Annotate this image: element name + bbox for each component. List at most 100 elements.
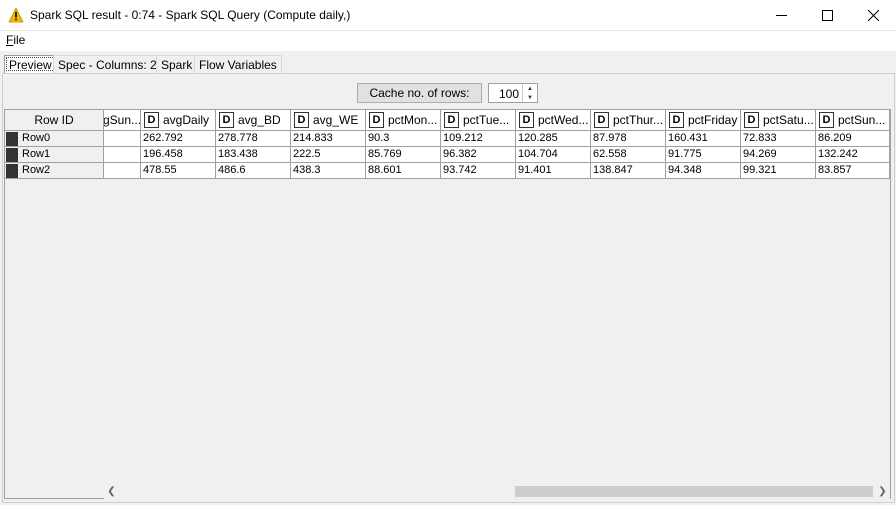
- table-cell[interactable]: 85.769: [366, 147, 441, 163]
- table-cell[interactable]: 86.209: [816, 131, 890, 147]
- table-cell[interactable]: 83.857: [816, 163, 890, 179]
- table-cell[interactable]: 93.742: [441, 163, 516, 179]
- double-type-icon: D: [594, 112, 609, 128]
- cache-rows-spinner[interactable]: 100 ▲ ▼: [488, 83, 538, 103]
- column-header-label: pctMon...: [388, 113, 438, 127]
- row-id-label: Row0: [22, 132, 51, 144]
- horizontal-scrollbar[interactable]: ❮ ❯: [104, 484, 890, 499]
- tab-spark[interactable]: Spark: [156, 55, 198, 73]
- column-header[interactable]: DavgDaily: [141, 110, 216, 131]
- table-cell[interactable]: 438.3: [291, 163, 366, 179]
- table-cell[interactable]: 478.55: [141, 163, 216, 179]
- table-cell[interactable]: 88.601: [366, 163, 441, 179]
- double-type-icon: D: [144, 112, 159, 128]
- window-title: Spark SQL result - 0:74 - Spark SQL Quer…: [30, 8, 351, 22]
- table-cell[interactable]: 96.382: [441, 147, 516, 163]
- double-type-icon: D: [744, 112, 759, 128]
- double-type-icon: D: [219, 112, 234, 128]
- table-cell-partial[interactable]: [104, 131, 141, 147]
- maximize-button[interactable]: [804, 0, 850, 31]
- column-header[interactable]: DpctSatu...: [741, 110, 816, 131]
- minimize-button[interactable]: [758, 0, 804, 31]
- column-header-label: pctThur...: [613, 113, 664, 127]
- table-cell-partial[interactable]: [104, 163, 141, 179]
- tab-preview[interactable]: Preview: [4, 55, 57, 73]
- column-header-label: avg_BD: [238, 113, 281, 127]
- table-cell[interactable]: 214.833: [291, 131, 366, 147]
- row-marker-icon: [6, 148, 18, 162]
- table-cell[interactable]: 62.558: [591, 147, 666, 163]
- column-header-label: pctWed...: [538, 113, 589, 127]
- table-cell[interactable]: 183.438: [216, 147, 291, 163]
- table-cell[interactable]: 262.792: [141, 131, 216, 147]
- table-cell[interactable]: 72.833: [741, 131, 816, 147]
- table-cell[interactable]: 132.242: [816, 147, 890, 163]
- row-marker-icon: [6, 164, 18, 178]
- table-cell[interactable]: 109.212: [441, 131, 516, 147]
- column-header[interactable]: DpctFriday: [666, 110, 741, 131]
- table-cell[interactable]: 91.401: [516, 163, 591, 179]
- spinner-arrows: ▲ ▼: [522, 84, 537, 102]
- column-header[interactable]: DpctSun...: [816, 110, 890, 131]
- double-type-icon: D: [294, 112, 309, 128]
- table-cell[interactable]: 196.458: [141, 147, 216, 163]
- column-header[interactable]: DpctMon...: [366, 110, 441, 131]
- column-header[interactable]: Davg_WE: [291, 110, 366, 131]
- table-cell[interactable]: 94.348: [666, 163, 741, 179]
- row-id-label: Row1: [22, 148, 51, 160]
- table-cell[interactable]: 486.6: [216, 163, 291, 179]
- spinner-up-icon[interactable]: ▲: [523, 84, 537, 93]
- menu-bar: File: [0, 31, 896, 51]
- column-header[interactable]: DpctWed...: [516, 110, 591, 131]
- scrollbar-thumb[interactable]: [515, 486, 873, 497]
- cache-rows-value: 100: [498, 87, 519, 101]
- row-id-header-label: Row ID: [34, 113, 74, 127]
- column-header-label: pctSun...: [838, 113, 886, 127]
- table-cell[interactable]: 99.321: [741, 163, 816, 179]
- close-button[interactable]: [850, 0, 896, 31]
- table-row-id[interactable]: Row1: [5, 147, 104, 163]
- column-header-label: avgDaily: [163, 113, 210, 127]
- table-cell-partial[interactable]: [104, 147, 141, 163]
- column-header[interactable]: DpctTue...: [441, 110, 516, 131]
- scroll-left-icon[interactable]: ❮: [104, 484, 119, 499]
- cache-rows-button[interactable]: Cache no. of rows:: [357, 83, 482, 103]
- table-cell[interactable]: 87.978: [591, 131, 666, 147]
- table-cell[interactable]: 90.3: [366, 131, 441, 147]
- table-cell[interactable]: 278.778: [216, 131, 291, 147]
- warning-triangle-icon: [8, 7, 24, 23]
- column-header-label: avg_WE: [313, 113, 359, 127]
- maximize-icon: [821, 10, 833, 21]
- tab-strip: Preview Spec - Columns: 22 Spark Flow Va…: [0, 53, 896, 73]
- table-cell[interactable]: 94.269: [741, 147, 816, 163]
- column-header-partial[interactable]: gSun...: [104, 110, 141, 131]
- table-cell[interactable]: 120.285: [516, 131, 591, 147]
- column-header-row-id[interactable]: Row ID: [5, 110, 104, 131]
- table-row-id[interactable]: Row0: [5, 131, 104, 147]
- tab-spec-columns[interactable]: Spec - Columns: 22: [53, 55, 169, 73]
- partial-header-label: gSun...: [104, 113, 141, 127]
- menu-file[interactable]: File: [6, 33, 25, 47]
- title-bar: Spark SQL result - 0:74 - Spark SQL Quer…: [0, 0, 896, 31]
- column-header-label: pctTue...: [463, 113, 510, 127]
- column-header[interactable]: DpctThur...: [591, 110, 666, 131]
- tab-flow-variables[interactable]: Flow Variables: [194, 55, 282, 73]
- scroll-right-icon[interactable]: ❯: [875, 484, 890, 499]
- column-header[interactable]: Davg_BD: [216, 110, 291, 131]
- table-cell[interactable]: 104.704: [516, 147, 591, 163]
- column-header-label: pctFriday: [688, 113, 738, 127]
- row-id-label: Row2: [22, 164, 51, 176]
- menu-file-label: ile: [13, 33, 26, 47]
- double-type-icon: D: [444, 112, 459, 128]
- spinner-down-icon[interactable]: ▼: [523, 93, 537, 102]
- table-cell[interactable]: 91.775: [666, 147, 741, 163]
- row-marker-icon: [6, 132, 18, 146]
- double-type-icon: D: [519, 112, 534, 128]
- double-type-icon: D: [369, 112, 384, 128]
- table-cell[interactable]: 160.431: [666, 131, 741, 147]
- table-cell[interactable]: 222.5: [291, 147, 366, 163]
- table-row-id[interactable]: Row2: [5, 163, 104, 179]
- double-type-icon: D: [669, 112, 684, 128]
- close-icon: [867, 10, 879, 21]
- table-cell[interactable]: 138.847: [591, 163, 666, 179]
